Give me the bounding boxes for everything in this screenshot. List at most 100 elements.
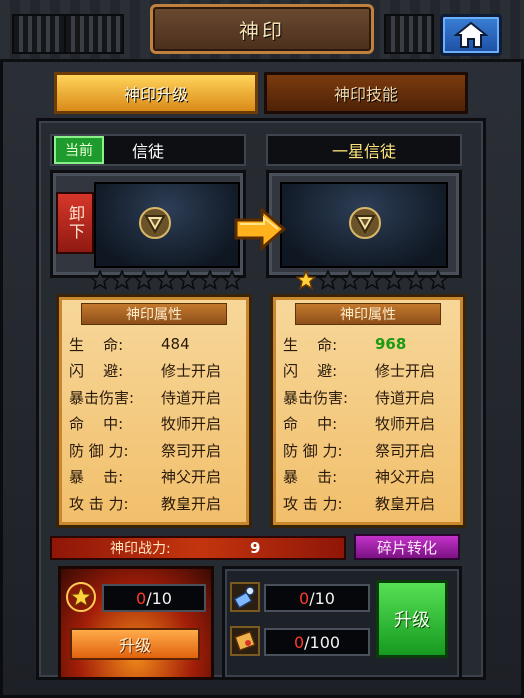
star-empty-icon <box>384 270 404 290</box>
star-filled-icon <box>296 270 316 290</box>
attr-value: 修士开启 <box>161 362 222 381</box>
scroll-icon <box>234 630 256 652</box>
decor-grill-left-2 <box>64 14 124 54</box>
attr-row: 暴 击: 神父开启 <box>283 464 455 491</box>
attr-value: 教皇开启 <box>375 494 436 513</box>
current-star-rating <box>90 270 242 290</box>
attr-row: 命 中: 牧师开启 <box>283 411 455 438</box>
attr-label: 防 御 力: <box>69 441 129 460</box>
scroll-potion-icon <box>230 582 260 612</box>
seal-gem-icon <box>139 207 171 239</box>
star-empty-icon <box>222 270 242 290</box>
current-attr-title: 神印属性 <box>81 303 227 325</box>
home-icon <box>454 21 488 48</box>
tab-seal-upgrade[interactable]: 神印升级 <box>54 72 258 114</box>
star-empty-icon <box>156 270 176 290</box>
upgrade-button[interactable]: 升级 <box>376 580 448 658</box>
star-empty-icon <box>428 270 448 290</box>
attr-row: 暴 击: 神父开启 <box>69 464 241 491</box>
attr-row: 暴击伤害: 侍道开启 <box>283 384 455 411</box>
attr-label: 暴击伤害: <box>69 388 135 407</box>
page-title: 神印 <box>239 18 285 43</box>
next-seal-name: 一星信徒 <box>331 142 396 161</box>
attr-label: 命 中: <box>283 415 338 434</box>
attr-value: 神父开启 <box>161 468 222 487</box>
shard-convert-button[interactable]: 碎片转化 <box>354 534 460 560</box>
medal-count: 0/10 <box>102 584 206 612</box>
attr-row: 闪 避: 修士开启 <box>283 358 455 385</box>
unequip-button[interactable]: 卸下 <box>56 192 94 254</box>
power-label: 神印战力: <box>110 541 171 557</box>
attr-label: 生 命: <box>283 335 338 354</box>
attr-value: 祭司开启 <box>161 441 222 460</box>
power-value: 9 <box>250 539 261 557</box>
attr-label: 暴击伤害: <box>283 388 349 407</box>
attr-row: 生 命: 484 <box>69 331 241 358</box>
attr-row: 闪 避: 修士开启 <box>69 358 241 385</box>
attr-value: 968 <box>375 335 407 354</box>
decor-grill-right <box>384 14 434 54</box>
medal-current: 0 <box>136 588 147 608</box>
attr-value: 侍道开启 <box>375 388 436 407</box>
unequip-label: 卸下 <box>66 205 85 241</box>
home-button[interactable] <box>440 14 502 56</box>
attr-label: 暴 击: <box>69 468 124 487</box>
attr-value: 侍道开启 <box>161 388 222 407</box>
attr-value: 修士开启 <box>375 362 436 381</box>
attr-value: 祭司开启 <box>375 441 436 460</box>
material-2-total: /100 <box>304 632 341 652</box>
attr-value: 教皇开启 <box>161 494 222 513</box>
current-attr-panel: 神印属性 生 命: 484 闪 避: 修士开启暴击伤害: 侍道开启命 中: 牧师开启防 御… <box>56 294 252 528</box>
attr-row: 防 御 力: 祭司开启 <box>69 437 241 464</box>
attr-label: 攻 击 力: <box>283 494 343 513</box>
attr-label: 暴 击: <box>283 468 338 487</box>
star-empty-icon <box>90 270 110 290</box>
material-1-current: 0 <box>299 588 310 608</box>
attr-label: 闪 避: <box>283 362 338 381</box>
tab-seal-skill[interactable]: 神印技能 <box>264 72 468 114</box>
title-plate: 神印 <box>150 4 374 54</box>
star-empty-icon <box>318 270 338 290</box>
attr-label: 生 命: <box>69 335 124 354</box>
star-empty-icon <box>112 270 132 290</box>
current-badge: 当前 <box>54 136 104 164</box>
star-empty-icon <box>134 270 154 290</box>
material-1-total: /10 <box>309 588 335 608</box>
next-attr-title: 神印属性 <box>295 303 441 325</box>
attr-value: 牧师开启 <box>161 415 222 434</box>
star-empty-icon <box>178 270 198 290</box>
attr-value: 484 <box>161 335 190 354</box>
potion-icon <box>233 586 255 609</box>
medal-total: /10 <box>146 588 172 608</box>
scroll-item-icon <box>230 626 260 656</box>
seal-gem-icon-next <box>349 207 381 239</box>
attr-row: 生 命: 968 <box>283 331 455 358</box>
material-1-count: 0/10 <box>264 584 370 612</box>
star-empty-icon <box>200 270 220 290</box>
attr-value: 神父开启 <box>375 468 436 487</box>
current-seal-name: 信徒 <box>131 142 164 161</box>
attr-row: 攻 击 力: 教皇开启 <box>69 490 241 517</box>
star-empty-icon <box>362 270 382 290</box>
star-medal-icon <box>66 582 96 612</box>
material-2-count: 0/100 <box>264 628 370 656</box>
next-star-rating <box>296 270 448 290</box>
attr-row: 命 中: 牧师开启 <box>69 411 241 438</box>
attr-value: 牧师开启 <box>375 415 436 434</box>
next-name-bar: 一星信徒 <box>266 134 462 166</box>
next-attr-panel: 神印属性 生 命: 968 闪 避: 修士开启暴击伤害: 侍道开启命 中: 牧师开启防 御… <box>270 294 466 528</box>
material-2-current: 0 <box>293 632 305 652</box>
attr-label: 命 中: <box>69 415 124 434</box>
star-icon <box>70 586 92 608</box>
star-empty-icon <box>340 270 360 290</box>
attr-label: 闪 避: <box>69 362 124 381</box>
star-empty-icon <box>406 270 426 290</box>
attr-row: 暴击伤害: 侍道开启 <box>69 384 241 411</box>
seal-power-bar: 神印战力: 9 <box>50 536 346 560</box>
arrow-right-icon <box>234 206 287 252</box>
attr-label: 防 御 力: <box>283 441 343 460</box>
attr-row: 攻 击 力: 教皇开启 <box>283 490 455 517</box>
attr-label: 攻 击 力: <box>69 494 129 513</box>
upgrade-button-small[interactable]: 升级 <box>70 628 200 660</box>
attr-row: 防 御 力: 祭司开启 <box>283 437 455 464</box>
